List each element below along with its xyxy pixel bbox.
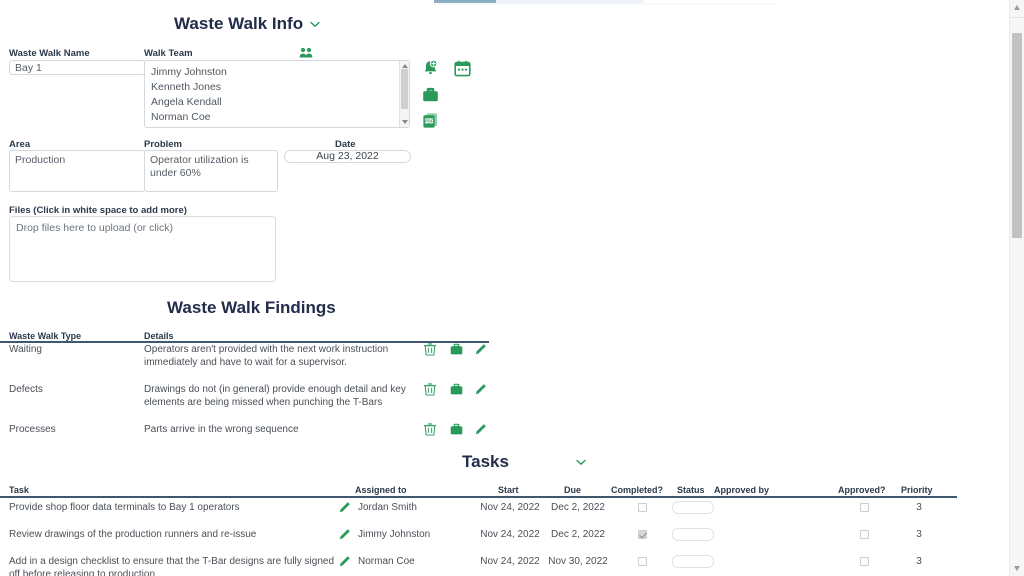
walk-team-scrollbar[interactable] xyxy=(399,61,409,127)
pencil-icon[interactable] xyxy=(338,501,351,514)
tasks-status-input[interactable] xyxy=(672,528,714,541)
tasks-approved-checkbox[interactable] xyxy=(860,557,869,566)
tasks-status-input[interactable] xyxy=(672,501,714,514)
tasks-col-due: Due xyxy=(564,485,582,495)
waste-walk-name-input[interactable] xyxy=(9,60,145,75)
list-item[interactable]: Angela Kendall xyxy=(145,95,399,110)
tasks-completed-checkbox[interactable] xyxy=(638,503,647,512)
pencil-icon[interactable] xyxy=(474,423,487,436)
tasks-col-status: Status xyxy=(677,485,705,495)
tasks-approved-checkbox[interactable] xyxy=(860,503,869,512)
findings-col-details: Details xyxy=(144,331,174,341)
trash-icon[interactable] xyxy=(424,423,436,436)
pencil-icon[interactable] xyxy=(338,555,351,568)
tasks-cell-start: Nov 24, 2022 xyxy=(480,556,540,567)
list-item[interactable]: Jimmy Johnston xyxy=(145,65,399,80)
page-title-waste-walk-info: Waste Walk Info xyxy=(174,14,304,33)
pencil-icon[interactable] xyxy=(474,343,487,356)
findings-col-type: Waste Walk Type xyxy=(9,331,82,341)
findings-cell-details: Parts arrive in the wrong sequence xyxy=(144,424,299,435)
dropzone-text: Drop files here to upload (or click) xyxy=(16,222,173,234)
tasks-col-approved: Approved? xyxy=(838,485,886,495)
tasks-cell-due: Nov 30, 2022 xyxy=(548,556,608,567)
briefcase-icon[interactable] xyxy=(450,343,463,356)
tasks-cell-due: Dec 2, 2022 xyxy=(551,502,605,513)
pencil-icon[interactable] xyxy=(474,383,487,396)
date-label: Date xyxy=(335,139,356,150)
area-input[interactable] xyxy=(9,150,145,192)
tasks-header-rule xyxy=(0,496,957,498)
page-title-waste-walk-findings: Waste Walk Findings xyxy=(167,298,336,317)
pdf-icon[interactable]: PDF xyxy=(422,112,439,129)
walk-team-listbox[interactable]: Jimmy Johnston Kenneth Jones Angela Kend… xyxy=(144,60,410,128)
tasks-col-task: Task xyxy=(9,485,29,495)
chevron-down-icon[interactable] xyxy=(574,455,588,469)
scroll-up-arrow-icon[interactable] xyxy=(401,64,408,68)
tasks-cell-start: Nov 24, 2022 xyxy=(480,529,540,540)
findings-cell-details: Drawings do not (in general) provide eno… xyxy=(144,384,406,408)
pencil-icon[interactable] xyxy=(338,528,351,541)
tasks-cell-assigned-to: Norman Coe xyxy=(358,556,415,567)
walk-team-options: Jimmy Johnston Kenneth Jones Angela Kend… xyxy=(145,65,399,125)
tasks-cell-task: Review drawings of the production runner… xyxy=(9,529,257,540)
briefcase-icon[interactable] xyxy=(450,423,463,436)
files-label: Files (Click in white space to add more) xyxy=(9,205,187,216)
tasks-cell-task: Provide shop floor data terminals to Bay… xyxy=(9,502,240,513)
area-label: Area xyxy=(9,139,31,150)
findings-cell-type: Processes xyxy=(9,424,56,435)
page-root: Waste Walk Info Waste Walk Name Walk Tea… xyxy=(0,0,1010,576)
findings-cell-details: Operators aren't provided with the next … xyxy=(144,344,389,368)
waste-walk-name-label: Waste Walk Name xyxy=(9,48,90,59)
date-input[interactable] xyxy=(284,150,411,163)
tasks-col-completed: Completed? xyxy=(611,485,664,495)
trash-icon[interactable] xyxy=(424,383,436,396)
scroll-up-arrow-icon[interactable] xyxy=(1014,5,1020,10)
tasks-col-assigned: Assigned to xyxy=(355,485,407,495)
trash-icon[interactable] xyxy=(424,343,436,356)
scrollbar-divider xyxy=(1010,17,1024,18)
bell-add-icon[interactable] xyxy=(422,59,439,77)
tasks-completed-checkbox[interactable] xyxy=(638,557,647,566)
tasks-cell-start: Nov 24, 2022 xyxy=(480,502,540,513)
findings-cell-type: Defects xyxy=(9,384,43,395)
scroll-down-arrow-icon[interactable] xyxy=(401,120,408,124)
briefcase-icon[interactable] xyxy=(450,383,463,396)
tasks-col-priority: Priority xyxy=(901,485,933,495)
file-dropzone[interactable]: Drop files here to upload (or click) xyxy=(9,216,276,282)
tasks-cell-priority: 3 xyxy=(916,556,922,567)
tasks-cell-priority: 3 xyxy=(916,529,922,540)
window-scrollbar[interactable] xyxy=(1009,0,1024,576)
scroll-down-arrow-icon[interactable] xyxy=(1014,566,1020,571)
problem-input[interactable] xyxy=(144,150,278,192)
chevron-down-icon[interactable] xyxy=(308,17,322,31)
findings-header-rule xyxy=(0,341,489,343)
list-item[interactable]: Kenneth Jones xyxy=(145,80,399,95)
tasks-cell-priority: 3 xyxy=(916,502,922,513)
people-group-icon[interactable] xyxy=(299,47,313,59)
top-ghost-strip xyxy=(434,3,774,5)
walk-team-label: Walk Team xyxy=(144,48,193,59)
findings-cell-type: Waiting xyxy=(9,344,42,355)
scrollbar-thumb[interactable] xyxy=(401,69,408,109)
tasks-cell-assigned-to: Jordan Smith xyxy=(358,502,417,513)
tasks-cell-task: Add in a design checklist to ensure that… xyxy=(9,556,335,576)
svg-text:PDF: PDF xyxy=(425,119,434,124)
calendar-icon[interactable] xyxy=(454,60,471,77)
scrollbar-thumb[interactable] xyxy=(1012,33,1022,238)
tasks-col-start: Start xyxy=(498,485,519,495)
page-title-tasks: Tasks xyxy=(462,452,509,471)
tasks-status-input[interactable] xyxy=(672,555,714,568)
tasks-col-approved-by: Approved by xyxy=(714,485,770,495)
briefcase-icon[interactable] xyxy=(422,87,439,103)
problem-label: Problem xyxy=(144,139,183,150)
tasks-cell-due: Dec 2, 2022 xyxy=(551,529,605,540)
tasks-cell-assigned-to: Jimmy Johnston xyxy=(358,529,431,540)
list-item[interactable]: Norman Coe xyxy=(145,110,399,125)
tasks-completed-checkbox[interactable] xyxy=(638,530,647,539)
tasks-approved-checkbox[interactable] xyxy=(860,530,869,539)
